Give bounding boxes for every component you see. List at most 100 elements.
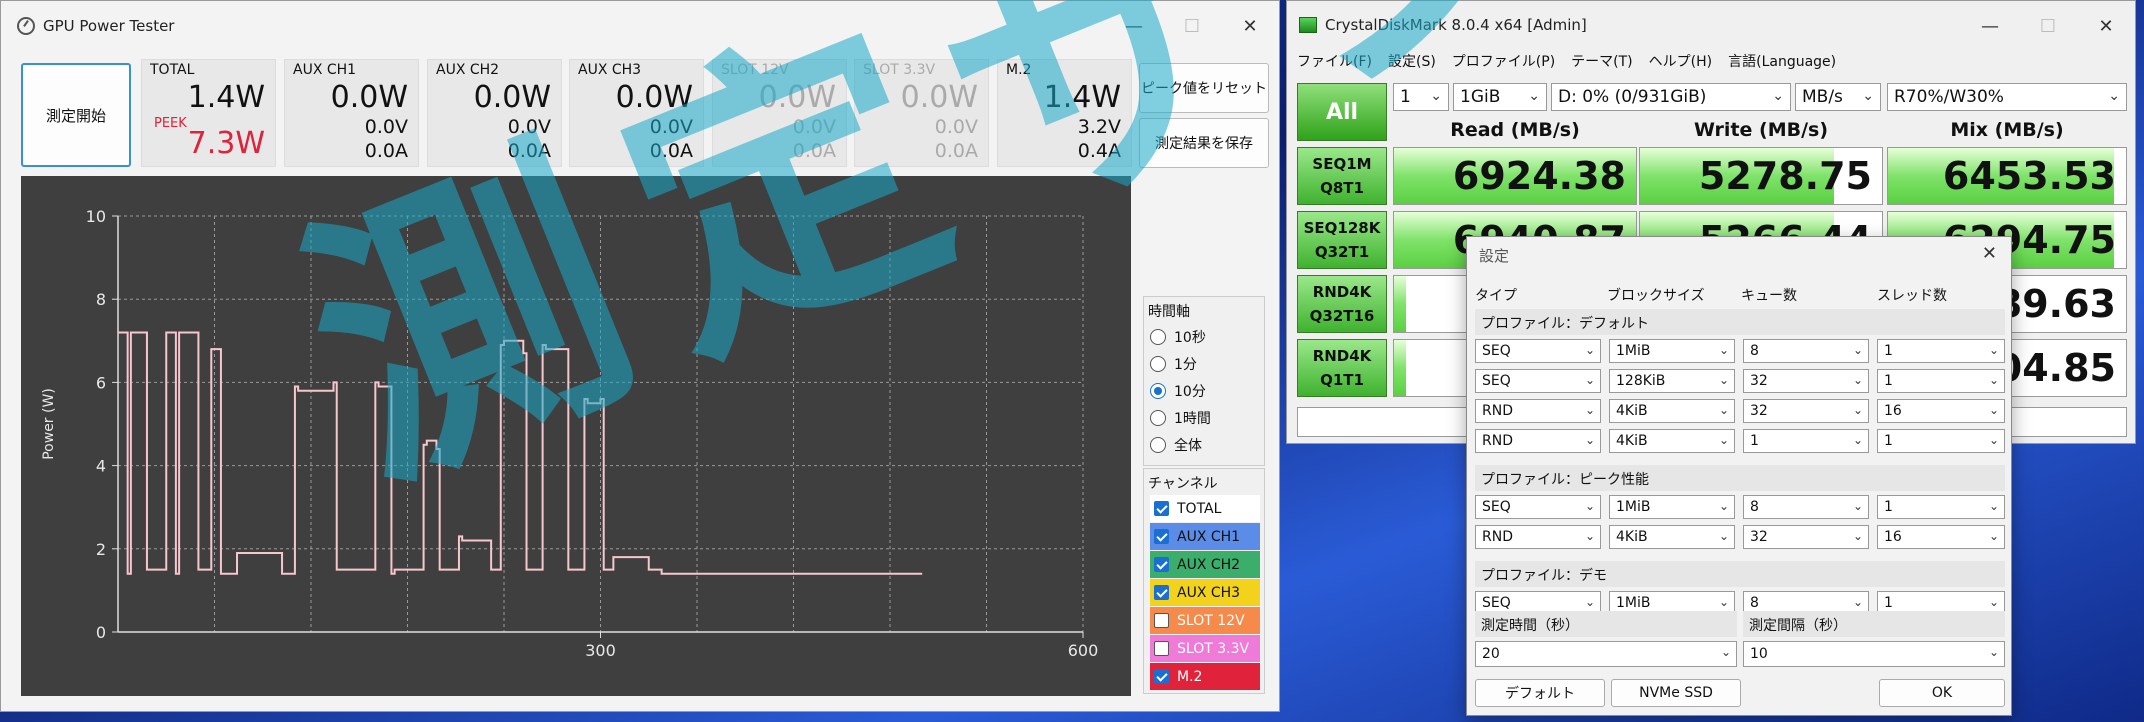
block-select[interactable]: 4KiB ⌄ <box>1609 399 1735 423</box>
chevron-down-icon: ⌄ <box>1852 595 1863 609</box>
block-value: 128KiB <box>1616 373 1666 389</box>
gauge-icon <box>17 17 35 35</box>
maximize-icon[interactable]: ☐ <box>2019 1 2077 51</box>
save-results-button[interactable]: 測定結果を保存 <box>1139 118 1269 168</box>
channel-item[interactable]: SLOT 12V <box>1150 607 1260 634</box>
time-axis-option[interactable]: 全体 <box>1144 431 1264 458</box>
type-value: SEQ <box>1482 343 1511 359</box>
channel-item[interactable]: TOTAL <box>1150 495 1260 522</box>
type-select[interactable]: SEQ ⌄ <box>1475 495 1601 519</box>
y-tick-label: 4 <box>96 457 106 476</box>
queue-select[interactable]: 8 ⌄ <box>1743 339 1869 363</box>
queue-select[interactable]: 32 ⌄ <box>1743 399 1869 423</box>
minimize-icon[interactable]: — <box>1105 1 1163 51</box>
channel-item[interactable]: SLOT 3.3V <box>1150 635 1260 662</box>
minimize-icon[interactable]: — <box>1961 1 2019 51</box>
menu-item[interactable]: 設定(S) <box>1388 51 1436 71</box>
profile-section-title: プロファイル：デモ <box>1475 561 2005 587</box>
y-tick-label: 8 <box>96 290 106 309</box>
chevron-down-icon: ⌄ <box>1852 499 1863 513</box>
block-value: 1MiB <box>1616 499 1651 515</box>
block-select[interactable]: 4KiB ⌄ <box>1609 429 1735 453</box>
mix-ratio-select[interactable]: R70%/W30% ⌄ <box>1887 83 2127 111</box>
block-select[interactable]: 1MiB ⌄ <box>1609 339 1735 363</box>
reset-peak-button[interactable]: ピーク値をリセット <box>1139 63 1269 113</box>
close-icon[interactable]: ✕ <box>2077 1 2135 51</box>
ok-button[interactable]: OK <box>1879 679 2005 707</box>
menu-item[interactable]: ヘルプ(H) <box>1649 51 1712 71</box>
type-select[interactable]: RND ⌄ <box>1475 429 1601 453</box>
test-params: Q32T16 <box>1309 307 1375 325</box>
drive-value: D: 0% (0/931GiB) <box>1558 87 1707 107</box>
time-axis-option-label: 1分 <box>1174 356 1197 373</box>
menu-item[interactable]: 言語(Language) <box>1728 51 1836 71</box>
test-row-button[interactable]: RND4K Q32T16 <box>1297 275 1387 333</box>
channel-group: チャンネル TOTAL AUX CH1 AUX CH2 AUX CH3 SLOT 12V… <box>1143 468 1265 694</box>
channel-item[interactable]: AUX CH1 <box>1150 523 1260 550</box>
test-row-button[interactable]: SEQ128K Q32T1 <box>1297 211 1387 269</box>
menu-item[interactable]: ファイル(F) <box>1297 51 1372 71</box>
test-count-select[interactable]: 1 ⌄ <box>1393 83 1449 111</box>
default-button[interactable]: デフォルト <box>1475 679 1605 707</box>
type-select[interactable]: RND ⌄ <box>1475 399 1601 423</box>
type-value: RND <box>1482 433 1513 449</box>
test-row-button[interactable]: SEQ1M Q8T1 <box>1297 147 1387 205</box>
checkbox-icon <box>1154 641 1169 656</box>
block-select[interactable]: 128KiB ⌄ <box>1609 369 1735 393</box>
test-size-select[interactable]: 1GiB ⌄ <box>1453 83 1547 111</box>
type-select[interactable]: RND ⌄ <box>1475 525 1601 549</box>
channel-title: チャンネル <box>1148 476 1218 492</box>
menu-item[interactable]: テーマ(T) <box>1571 51 1632 71</box>
duration-select[interactable]: 20 ⌄ <box>1475 641 1737 667</box>
threads-select[interactable]: 16 ⌄ <box>1877 399 2005 423</box>
checkbox-icon <box>1154 669 1169 684</box>
type-select[interactable]: SEQ ⌄ <box>1475 339 1601 363</box>
type-select[interactable]: SEQ ⌄ <box>1475 369 1601 393</box>
start-measurement-button[interactable]: 測定開始 <box>21 63 131 167</box>
time-axis-option-label: 10分 <box>1174 383 1206 400</box>
cdm-titlebar: CrystalDiskMark 8.0.4 x64 [Admin] — ☐ ✕ <box>1287 1 2135 49</box>
queue-select[interactable]: 8 ⌄ <box>1743 495 1869 519</box>
queue-select[interactable]: 32 ⌄ <box>1743 369 1869 393</box>
menu-item[interactable]: プロファイル(P) <box>1452 51 1555 71</box>
threads-select[interactable]: 1 ⌄ <box>1877 429 2005 453</box>
queue-select[interactable]: 1 ⌄ <box>1743 429 1869 453</box>
channel-item[interactable]: AUX CH2 <box>1150 551 1260 578</box>
threads-select[interactable]: 1 ⌄ <box>1877 369 2005 393</box>
meter-power: 0.0W <box>330 80 408 115</box>
meter-total: TOTAL 1.4W PEEK 7.3W <box>141 59 276 167</box>
run-all-button[interactable]: All <box>1297 83 1387 141</box>
time-axis-option[interactable]: 1時間 <box>1144 404 1264 431</box>
maximize-icon[interactable]: ☐ <box>1163 1 1221 51</box>
time-axis-option[interactable]: 1分 <box>1144 350 1264 377</box>
test-count-value: 1 <box>1400 87 1411 107</box>
chevron-down-icon: ⌄ <box>1718 529 1729 543</box>
block-select[interactable]: 1MiB ⌄ <box>1609 495 1735 519</box>
queue-select[interactable]: 32 ⌄ <box>1743 525 1869 549</box>
time-axis-option[interactable]: 10秒 <box>1144 323 1264 350</box>
channel-item[interactable]: AUX CH3 <box>1150 579 1260 606</box>
threads-value: 1 <box>1884 343 1893 359</box>
test-row-button[interactable]: RND4K Q1T1 <box>1297 339 1387 397</box>
threads-select[interactable]: 16 ⌄ <box>1877 525 2005 549</box>
profile-section-title: プロファイル：ピーク性能 <box>1475 465 2005 491</box>
test-name: RND4K <box>1312 283 1372 301</box>
chevron-down-icon: ⌄ <box>1528 88 1540 104</box>
type-value: SEQ <box>1482 595 1511 611</box>
block-select[interactable]: 4KiB ⌄ <box>1609 525 1735 549</box>
close-icon[interactable]: ✕ <box>1982 243 1997 264</box>
radio-icon <box>1150 328 1166 345</box>
interval-select[interactable]: 10 ⌄ <box>1743 641 2005 667</box>
channel-item[interactable]: M.2 <box>1150 663 1260 690</box>
nvme-ssd-button[interactable]: NVMe SSD <box>1611 679 1741 707</box>
chevron-down-icon: ⌄ <box>1988 343 1999 357</box>
chevron-down-icon: ⌄ <box>2108 88 2120 104</box>
threads-select[interactable]: 1 ⌄ <box>1877 495 2005 519</box>
unit-select[interactable]: MB/s ⌄ <box>1795 83 1881 111</box>
time-axis-option[interactable]: 10分 <box>1144 377 1264 404</box>
drive-select[interactable]: D: 0% (0/931GiB) ⌄ <box>1551 83 1791 111</box>
meter-peak: 7.3W <box>187 126 265 161</box>
window-controls: — ☐ ✕ <box>1105 1 1279 51</box>
threads-select[interactable]: 1 ⌄ <box>1877 339 2005 363</box>
close-icon[interactable]: ✕ <box>1221 1 1279 51</box>
